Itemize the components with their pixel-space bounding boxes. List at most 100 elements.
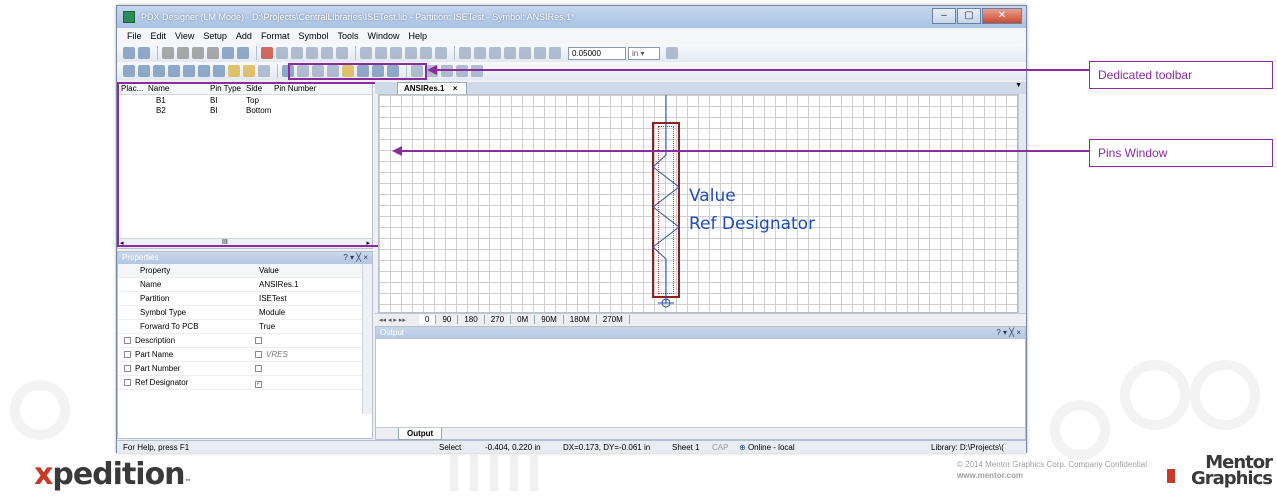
view-tab-navigation[interactable]: ◂◂ ◂ ▸ ▸▸ <box>375 316 419 324</box>
document-tab[interactable]: ANSIRes.1 × <box>397 82 467 94</box>
property-row[interactable]: Description <box>118 334 372 348</box>
menu-format[interactable]: Format <box>261 31 290 41</box>
unit-select[interactable]: in ▾ <box>628 46 660 60</box>
zoom-fit-icon[interactable] <box>123 65 135 77</box>
align-icon[interactable] <box>375 47 387 59</box>
menu-setup[interactable]: Setup <box>203 31 227 41</box>
symbol-canvas[interactable]: Value Ref Designator <box>378 94 1018 313</box>
visibility-checkbox[interactable] <box>255 365 262 372</box>
undo-icon[interactable] <box>222 47 234 59</box>
menu-symbol[interactable]: Symbol <box>298 31 328 41</box>
zoom-in-icon[interactable] <box>138 65 150 77</box>
tab-close-icon[interactable]: × <box>453 84 458 93</box>
align-icon[interactable] <box>360 47 372 59</box>
menu-help[interactable]: Help <box>409 31 428 41</box>
property-value[interactable]: True <box>249 322 359 331</box>
tool-icon[interactable] <box>336 47 348 59</box>
menu-add[interactable]: Add <box>236 31 252 41</box>
output-tab[interactable]: Output <box>398 427 443 440</box>
view-tab-90[interactable]: 90 <box>436 315 459 324</box>
tool-icon[interactable] <box>306 47 318 59</box>
pan-icon[interactable] <box>198 65 210 77</box>
redraw-icon[interactable] <box>213 65 225 77</box>
tool-icon[interactable] <box>276 47 288 59</box>
grid-value-input[interactable]: 0.05000 <box>568 46 626 60</box>
view-tab-180[interactable]: 180 <box>458 315 485 324</box>
property-value[interactable]: Module <box>249 308 359 317</box>
align-icon[interactable] <box>390 47 402 59</box>
close-icon[interactable]: ✕ <box>982 8 1022 24</box>
tool-icon[interactable] <box>321 47 333 59</box>
draw-arc-icon[interactable] <box>456 65 468 77</box>
tool-icon[interactable] <box>504 47 516 59</box>
property-row[interactable]: Partition ISETest <box>118 292 372 306</box>
property-value[interactable] <box>249 336 359 345</box>
open-icon[interactable] <box>138 47 150 59</box>
expand-checkbox[interactable] <box>124 351 131 358</box>
property-row[interactable]: Symbol Type Module <box>118 306 372 320</box>
tool-icon[interactable] <box>519 47 531 59</box>
zoom-previous-icon[interactable] <box>183 65 195 77</box>
maximize-icon[interactable]: ▢ <box>957 8 981 24</box>
copy-icon[interactable] <box>177 47 189 59</box>
menu-view[interactable]: View <box>175 31 194 41</box>
view-tab-270[interactable]: 270 <box>485 315 512 324</box>
tool-icon[interactable] <box>534 47 546 59</box>
tool-icon[interactable] <box>258 65 270 77</box>
grid-icon[interactable] <box>666 47 678 59</box>
visibility-checkbox[interactable] <box>255 337 262 344</box>
redo-icon[interactable] <box>237 47 249 59</box>
tool-icon[interactable] <box>549 47 561 59</box>
properties-window-icon[interactable] <box>243 65 255 77</box>
property-row[interactable]: Part Name VRES <box>118 348 372 362</box>
draw-circle-icon[interactable] <box>441 65 453 77</box>
view-tab-180m[interactable]: 180M <box>564 315 597 324</box>
property-value[interactable]: ✓ <box>249 377 359 388</box>
ref-designator-label[interactable]: Ref Designator <box>689 214 815 234</box>
align-icon[interactable] <box>435 47 447 59</box>
menu-edit[interactable]: Edit <box>151 31 167 41</box>
visibility-checkbox[interactable] <box>255 351 262 358</box>
align-icon[interactable] <box>420 47 432 59</box>
find-icon[interactable] <box>207 47 219 59</box>
property-row[interactable]: Ref Designator ✓ <box>118 376 372 390</box>
properties-controls[interactable]: ? ▾ ╳ × <box>343 252 368 264</box>
canvas-vertical-scrollbar[interactable] <box>1018 94 1026 313</box>
new-icon[interactable] <box>123 47 135 59</box>
tab-list-dropdown-icon[interactable]: ▼ <box>1015 82 1022 89</box>
draw-text-icon[interactable] <box>471 65 483 77</box>
expand-checkbox[interactable] <box>124 379 131 386</box>
zoom-area-icon[interactable] <box>168 65 180 77</box>
pins-window-icon[interactable] <box>228 65 240 77</box>
view-tab-270m[interactable]: 270M <box>597 315 630 324</box>
minimize-icon[interactable]: – <box>932 8 956 24</box>
output-controls[interactable]: ? ▾ ╳ × <box>996 327 1021 339</box>
tool-icon[interactable] <box>489 47 501 59</box>
visibility-checkbox-checked[interactable]: ✓ <box>255 381 262 388</box>
property-value[interactable]: ANSIRes.1 <box>249 280 359 289</box>
property-value[interactable]: VRES <box>249 350 359 359</box>
paste-icon[interactable] <box>192 47 204 59</box>
menu-tools[interactable]: Tools <box>337 31 358 41</box>
menu-window[interactable]: Window <box>367 31 399 41</box>
value-label[interactable]: Value <box>689 186 736 206</box>
cut-icon[interactable] <box>162 47 174 59</box>
property-value[interactable] <box>249 364 359 373</box>
property-row[interactable]: Part Number <box>118 362 372 376</box>
expand-checkbox[interactable] <box>124 365 131 372</box>
tool-icon[interactable] <box>474 47 486 59</box>
view-tab-90m[interactable]: 90M <box>535 315 564 324</box>
tool-icon[interactable] <box>291 47 303 59</box>
property-row[interactable]: Name ANSIRes.1 <box>118 278 372 292</box>
view-tab-0[interactable]: 0 <box>419 315 437 324</box>
align-icon[interactable] <box>405 47 417 59</box>
properties-vertical-scrollbar[interactable] <box>362 264 372 414</box>
property-value[interactable]: ISETest <box>249 294 359 303</box>
delete-icon[interactable] <box>261 47 273 59</box>
menu-file[interactable]: File <box>127 31 142 41</box>
zoom-out-icon[interactable] <box>153 65 165 77</box>
view-tab-0m[interactable]: 0M <box>511 315 536 324</box>
expand-checkbox[interactable] <box>124 337 131 344</box>
tool-icon[interactable] <box>459 47 471 59</box>
property-row[interactable]: Forward To PCB True <box>118 320 372 334</box>
